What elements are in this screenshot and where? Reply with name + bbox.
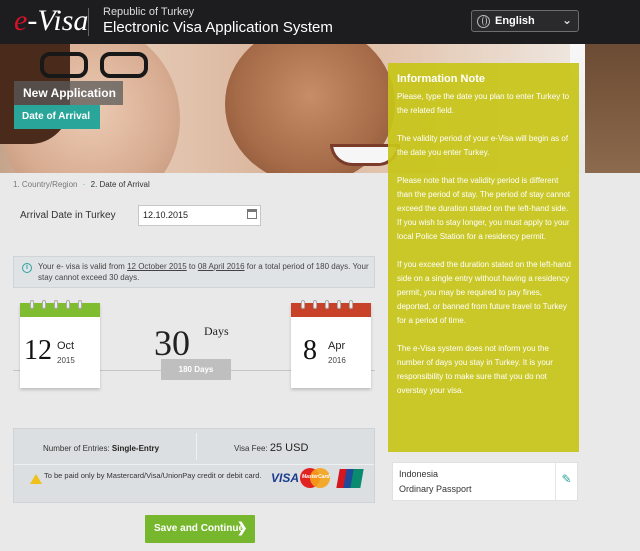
header-title: Electronic Visa Application System xyxy=(103,19,333,36)
arrow-right-icon: ❯ xyxy=(236,519,248,535)
banner-photo-hair-right xyxy=(585,44,640,173)
language-label: English xyxy=(495,15,535,27)
info-icon: i xyxy=(22,263,32,273)
panel-divider xyxy=(14,464,374,465)
information-note-paragraph: The validity period of your e-Visa will … xyxy=(397,134,569,157)
breadcrumb-step-arrival: 2. Date of Arrival xyxy=(90,180,150,189)
calendar-end-month: Apr xyxy=(328,340,346,352)
information-note-title: Information Note xyxy=(397,73,485,85)
applicant-country: Indonesia xyxy=(399,469,439,479)
warning-icon xyxy=(30,474,42,484)
valid-from-date: 12 October 2015 xyxy=(127,262,187,271)
breadcrumb-step-country[interactable]: 1. Country/Region xyxy=(13,180,77,189)
number-of-entries: Number of Entries: Single-Entry xyxy=(43,444,160,453)
logo-divider xyxy=(88,8,89,36)
calendar-start-day: 12 xyxy=(24,335,52,366)
calendar-end: 8 Apr 2016 xyxy=(291,300,371,388)
unionpay-logo xyxy=(336,469,364,488)
information-note: Information Note Please, type the date y… xyxy=(388,63,579,452)
visa-fee: Visa Fee: 25 USD xyxy=(234,442,309,454)
calendar-start-year: 2015 xyxy=(57,356,75,365)
panel-divider-vertical xyxy=(196,433,197,460)
arrival-date-input[interactable]: 12.10.2015 xyxy=(138,205,261,226)
stay-days-word: Days xyxy=(204,324,229,338)
evisa-logo[interactable]: e-Visa xyxy=(14,4,88,38)
validity-days-badge: 180 Days xyxy=(161,359,231,380)
arrival-date-label: Arrival Date in Turkey xyxy=(20,210,116,221)
visa-logo: VISA xyxy=(271,471,300,485)
banner-photo-glasses xyxy=(40,52,160,80)
calendar-start-header xyxy=(20,300,100,317)
globe-icon xyxy=(477,15,490,28)
valid-to-date: 08 April 2016 xyxy=(197,262,245,271)
calendar-icon[interactable] xyxy=(247,209,257,219)
information-note-paragraph: If you exceed the duration stated on the… xyxy=(397,260,571,325)
calendar-start-month: Oct xyxy=(57,340,75,352)
chevron-down-icon: ⌄ xyxy=(561,13,572,27)
site-header: e-Visa Republic of Turkey Electronic Vis… xyxy=(0,0,640,44)
breadcrumb: 1. Country/Region · 2. Date of Arrival xyxy=(13,180,150,189)
applicant-document-type: Ordinary Passport xyxy=(399,484,472,494)
calendar-end-day: 8 xyxy=(303,335,317,366)
information-note-paragraph: The e-Visa system does not inform you th… xyxy=(397,344,553,395)
language-select[interactable]: English ⌄ xyxy=(471,10,579,32)
page-title: New Application xyxy=(14,81,123,105)
header-subtitle: Republic of Turkey xyxy=(103,6,195,18)
calendar-start: 12 Oct 2015 xyxy=(20,300,100,388)
save-and-continue-button[interactable]: Save and Continue ❯ xyxy=(145,515,255,543)
validity-notice: i Your e- visa is valid from 12 October … xyxy=(13,256,375,288)
information-note-paragraph: Please note that the validity period is … xyxy=(397,176,571,241)
applicant-summary: Indonesia Ordinary Passport ✎ xyxy=(392,462,578,501)
pencil-icon[interactable]: ✎ xyxy=(555,463,577,500)
payment-note: To be paid only by Mastercard/Visa/Union… xyxy=(44,471,262,480)
calendar-end-header xyxy=(291,300,371,317)
fee-panel: Number of Entries: Single-Entry Visa Fee… xyxy=(13,428,375,503)
calendar-end-year: 2016 xyxy=(328,356,346,365)
page-subtitle: Date of Arrival xyxy=(14,105,100,129)
mastercard-logo: MasterCard xyxy=(300,468,330,488)
breadcrumb-separator: · xyxy=(82,180,86,189)
stay-days-number: 30 xyxy=(154,323,190,363)
information-note-paragraph: Please, type the date you plan to enter … xyxy=(397,92,570,115)
